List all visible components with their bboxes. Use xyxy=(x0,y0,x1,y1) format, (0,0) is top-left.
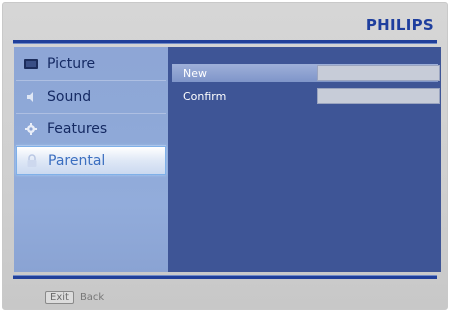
speaker-icon xyxy=(24,90,38,104)
menu-item-label: Picture xyxy=(47,55,96,72)
pin-confirm-field[interactable] xyxy=(317,88,440,104)
menu-item-label: Parental xyxy=(48,152,106,169)
menu-separator xyxy=(16,113,166,114)
menu-separator xyxy=(16,80,166,81)
brand-logo: PHILIPS xyxy=(365,16,434,34)
exit-key[interactable]: Exit xyxy=(45,291,74,304)
menu-item-features[interactable]: Features xyxy=(16,115,166,142)
footer-action-label: Back xyxy=(79,292,105,303)
menu-item-parental[interactable]: Parental xyxy=(16,146,166,175)
pin-new-label: New xyxy=(183,66,207,80)
tv-icon xyxy=(24,57,38,71)
pin-new-field[interactable] xyxy=(317,65,440,81)
menu-area: Picture Sound Features Parental New Conf… xyxy=(14,47,441,272)
menu-item-label: Sound xyxy=(47,88,92,105)
footer-hint: Exit Back xyxy=(45,291,104,304)
top-divider xyxy=(13,40,437,44)
main-menu: Picture Sound Features Parental xyxy=(14,47,168,272)
menu-item-picture[interactable]: Picture xyxy=(16,50,166,77)
menu-item-sound[interactable]: Sound xyxy=(16,83,166,110)
lock-icon xyxy=(25,153,39,168)
gear-icon xyxy=(24,122,38,136)
menu-item-label: Features xyxy=(47,120,108,137)
tv-menu-frame: PHILIPS Picture Sound Features Parental … xyxy=(2,2,448,310)
pin-new-row[interactable]: New xyxy=(172,64,440,82)
submenu-panel: New Confirm xyxy=(168,47,441,272)
pin-confirm-label: Confirm xyxy=(183,89,227,103)
bottom-divider xyxy=(13,275,437,279)
pin-confirm-row[interactable]: Confirm xyxy=(172,87,440,105)
